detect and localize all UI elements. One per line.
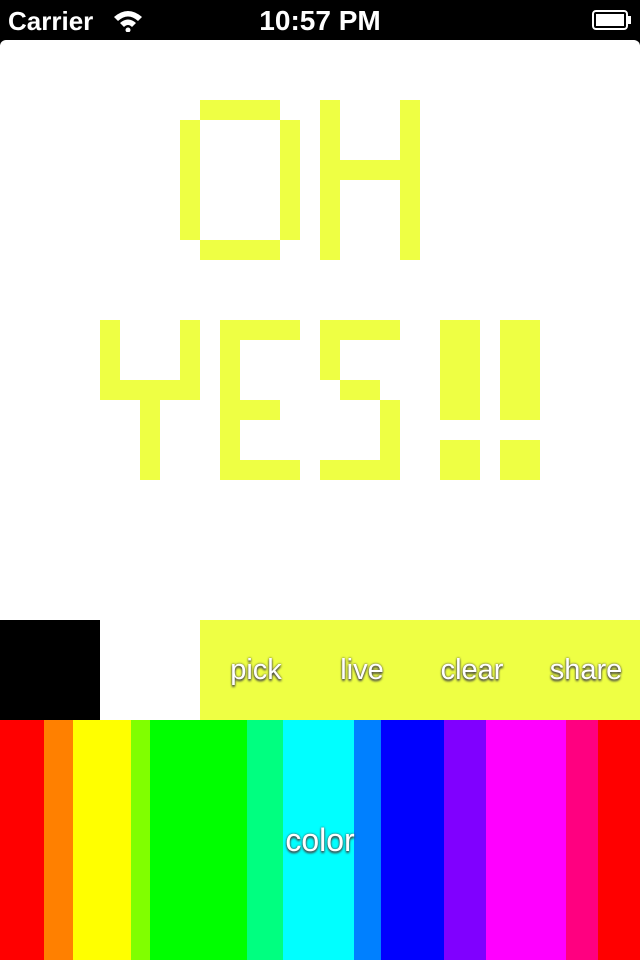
pick-button[interactable]: pick	[200, 620, 312, 720]
palette-color-stripe[interactable]	[283, 720, 354, 960]
color-palette[interactable]: color	[0, 720, 640, 960]
palette-color-stripe[interactable]	[381, 720, 444, 960]
palette-color-stripe[interactable]	[247, 720, 283, 960]
palette-color-stripe[interactable]	[73, 720, 131, 960]
drawing-canvas[interactable]	[0, 40, 640, 620]
palette-color-stripe[interactable]	[444, 720, 486, 960]
pixel-drawing	[100, 100, 540, 480]
palette-color-stripe[interactable]	[354, 720, 381, 960]
palette-color-stripe[interactable]	[566, 720, 598, 960]
secondary-color-swatch[interactable]	[100, 620, 200, 720]
palette-color-stripe[interactable]	[598, 720, 640, 960]
live-button[interactable]: live	[312, 620, 412, 720]
drawing-yes	[100, 320, 540, 480]
action-bar: pick live clear share	[200, 620, 640, 720]
battery-icon	[592, 10, 631, 30]
clear-button[interactable]: clear	[412, 620, 532, 720]
toolbar: pick live clear share	[0, 620, 640, 720]
share-button[interactable]: share	[532, 620, 640, 720]
drawing-oh	[180, 100, 420, 260]
status-bar: Carrier 10:57 PM	[0, 0, 640, 40]
palette-color-stripe[interactable]	[150, 720, 247, 960]
palette-color-stripe[interactable]	[44, 720, 73, 960]
palette-color-stripe[interactable]	[486, 720, 566, 960]
palette-color-stripe[interactable]	[131, 720, 150, 960]
palette-color-stripe[interactable]	[0, 720, 44, 960]
clock-time: 10:57 PM	[259, 5, 381, 36]
primary-color-swatch[interactable]	[0, 620, 100, 720]
